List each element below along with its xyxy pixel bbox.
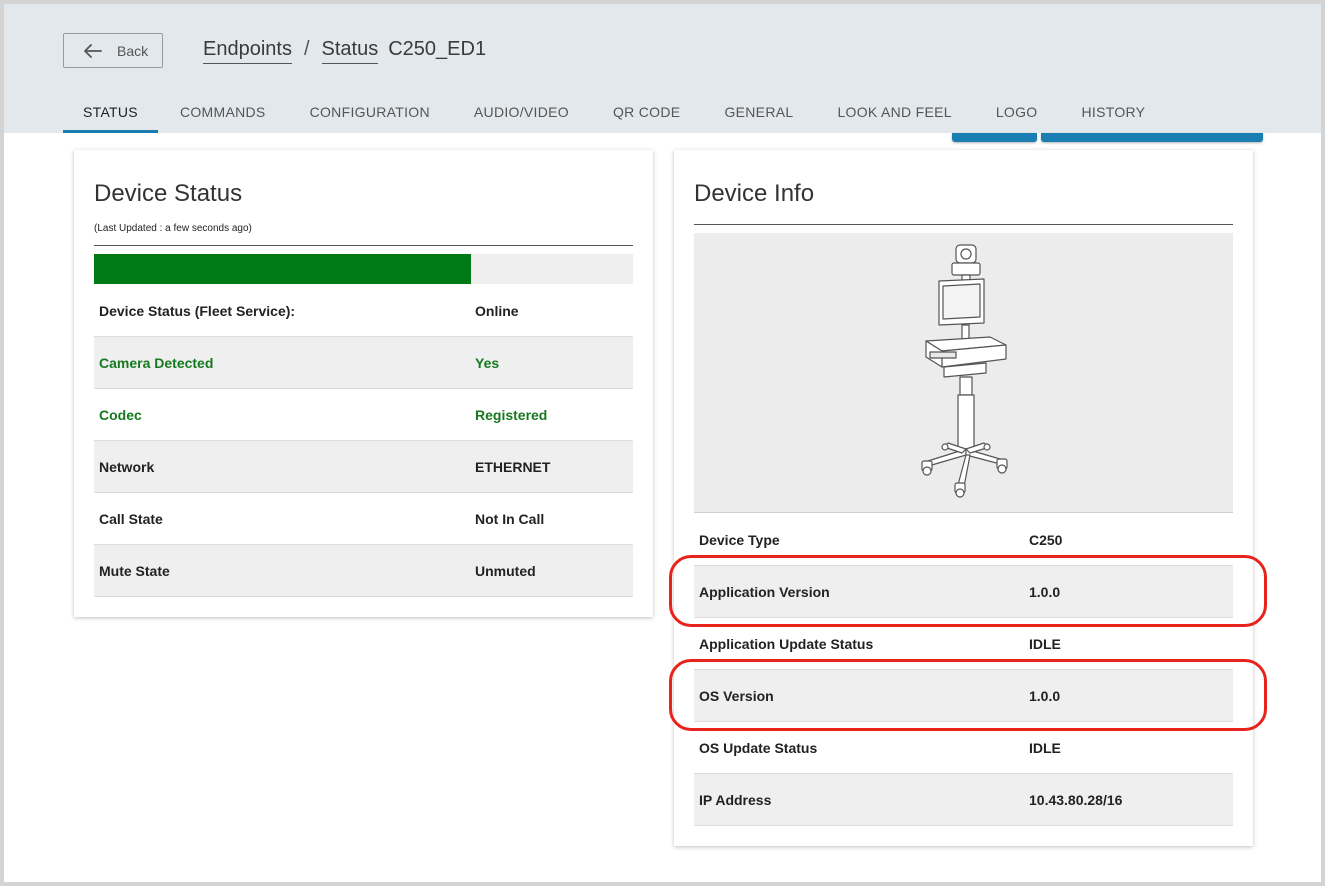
info-row-label: Device Type bbox=[699, 531, 780, 548]
status-row: Network ETHERNET bbox=[94, 441, 633, 493]
status-row-label: Network bbox=[99, 458, 155, 475]
tab-general[interactable]: GENERAL bbox=[702, 90, 815, 133]
status-row-value: Online bbox=[475, 302, 519, 319]
info-row: Device Type C250 bbox=[694, 514, 1233, 566]
breadcrumb-status[interactable]: Status bbox=[321, 38, 379, 64]
status-row-label: Codec bbox=[99, 406, 142, 423]
telehealth-cart-icon bbox=[921, 244, 1008, 498]
info-row-label: IP Address bbox=[699, 791, 772, 808]
status-row-value: Registered bbox=[475, 406, 548, 423]
tab-bar: STATUS COMMANDS CONFIGURATION AUDIO/VIDE… bbox=[63, 90, 1167, 133]
status-row: Codec Registered bbox=[94, 389, 633, 441]
device-image bbox=[694, 233, 1233, 513]
info-row: OS Update Status IDLE bbox=[694, 722, 1233, 774]
status-progress-fill bbox=[94, 254, 472, 284]
divider bbox=[94, 245, 633, 246]
breadcrumb-current: C250_ED1 bbox=[388, 38, 487, 60]
tab-audio-video[interactable]: AUDIO/VIDEO bbox=[452, 90, 591, 133]
status-progress-bar bbox=[94, 254, 633, 284]
status-row-value: ETHERNET bbox=[475, 458, 551, 475]
tab-configuration[interactable]: CONFIGURATION bbox=[288, 90, 452, 133]
tab-status[interactable]: STATUS bbox=[63, 90, 158, 133]
status-row-label: Device Status (Fleet Service): bbox=[99, 302, 296, 319]
breadcrumb-separator: / bbox=[303, 38, 310, 60]
info-row-label: OS Version bbox=[699, 687, 774, 704]
status-row-value: Unmuted bbox=[475, 562, 536, 579]
back-button-label: Back bbox=[117, 42, 149, 59]
tab-logo[interactable]: LOGO bbox=[974, 90, 1060, 133]
tab-history[interactable]: HISTORY bbox=[1060, 90, 1168, 133]
status-row-label: Camera Detected bbox=[99, 354, 214, 371]
divider bbox=[694, 224, 1233, 225]
breadcrumb: Endpoints / Status C250_ED1 bbox=[203, 38, 486, 64]
tab-commands[interactable]: COMMANDS bbox=[158, 90, 288, 133]
device-status-table: Device Status (Fleet Service): Online Ca… bbox=[94, 285, 633, 597]
info-row: Application Update Status IDLE bbox=[694, 618, 1233, 670]
status-row: Camera Detected Yes bbox=[94, 337, 633, 389]
status-row: Call State Not In Call bbox=[94, 493, 633, 545]
status-row-label: Call State bbox=[99, 510, 163, 527]
info-row: Application Version 1.0.0 bbox=[694, 566, 1233, 618]
info-row-label: OS Update Status bbox=[699, 739, 818, 756]
tab-look-and-feel[interactable]: LOOK AND FEEL bbox=[815, 90, 973, 133]
info-row-value: IDLE bbox=[1029, 739, 1061, 756]
info-row-value: IDLE bbox=[1029, 635, 1061, 652]
status-row-label: Mute State bbox=[99, 562, 170, 579]
last-updated-text: (Last Updated : a few seconds ago) bbox=[94, 223, 252, 234]
device-info-table: Device Type C250 Application Version 1.0… bbox=[694, 514, 1233, 826]
info-row: IP Address 10.43.80.28/16 bbox=[694, 774, 1233, 826]
page-header: Back Endpoints / Status C250_ED1 STATUS … bbox=[0, 0, 1325, 133]
status-row-value: Yes bbox=[475, 354, 500, 371]
info-row-label: Application Version bbox=[699, 583, 830, 600]
status-row: Device Status (Fleet Service): Online bbox=[94, 285, 633, 337]
back-button[interactable]: Back bbox=[63, 33, 163, 68]
info-row-label: Application Update Status bbox=[699, 635, 874, 652]
action-button-partial-wide[interactable] bbox=[1041, 133, 1263, 142]
action-button-partial[interactable] bbox=[952, 133, 1037, 142]
status-row: Mute State Unmuted bbox=[94, 545, 633, 597]
breadcrumb-endpoints[interactable]: Endpoints bbox=[203, 38, 292, 64]
arrow-left-icon bbox=[84, 43, 102, 58]
info-row-value: 10.43.80.28/16 bbox=[1029, 791, 1123, 808]
status-row-value: Not In Call bbox=[475, 510, 545, 527]
device-info-title: Device Info bbox=[694, 180, 815, 207]
tab-qr-code[interactable]: QR CODE bbox=[591, 90, 702, 133]
info-row: OS Version 1.0.0 bbox=[694, 670, 1233, 722]
info-row-value: C250 bbox=[1029, 531, 1063, 548]
info-row-value: 1.0.0 bbox=[1029, 687, 1061, 704]
info-row-value: 1.0.0 bbox=[1029, 583, 1061, 600]
device-status-title: Device Status bbox=[94, 180, 243, 207]
